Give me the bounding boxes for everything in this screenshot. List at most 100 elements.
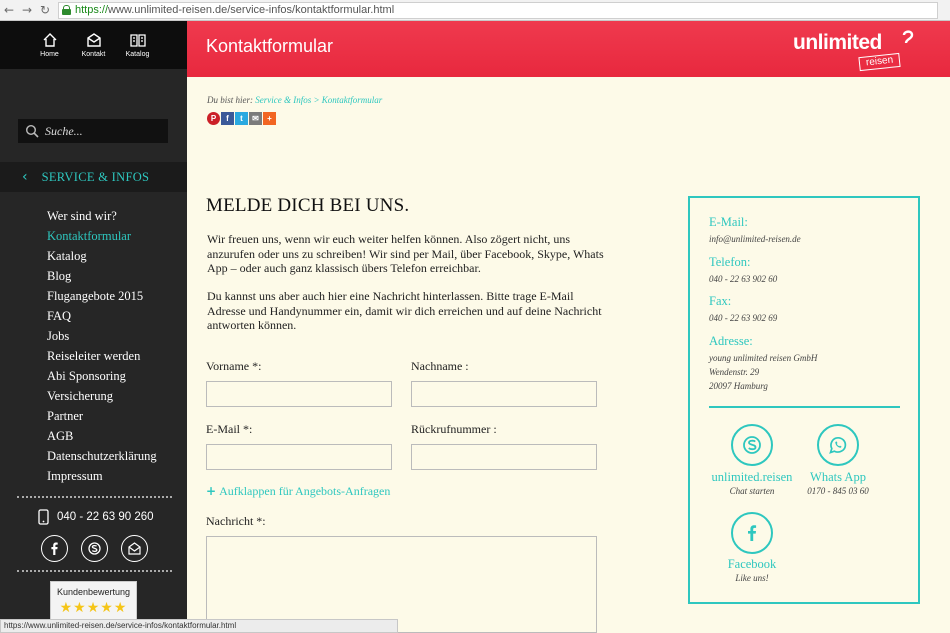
adresse-line-2: Wendenstr. 29 — [709, 367, 760, 377]
fax-info-label: Fax: — [709, 294, 732, 308]
sidebar-item-jobs[interactable]: Jobs — [47, 328, 157, 348]
whatsapp-contact-sub: 0170 - 845 03 60 — [807, 486, 869, 496]
phone-number: 040 - 22 63 90 260 — [57, 511, 154, 523]
sidebar-menu: Wer sind wir? Kontaktformular Katalog Bl… — [47, 208, 157, 488]
top-nav: Home Kontakt Katalog — [0, 21, 187, 69]
more-share-icon[interactable]: + — [263, 112, 276, 125]
book-icon — [129, 34, 146, 47]
skype-icon[interactable] — [81, 535, 108, 562]
plus-icon: + — [206, 484, 217, 498]
browser-statusbar: https://www.unlimited-reisen.de/service-… — [0, 619, 398, 633]
breadcrumb: Du bist hier: Service & Infos > Kontaktf… — [207, 95, 382, 105]
sidebar-item-datenschutz[interactable]: Datenschutzerklärung — [47, 448, 157, 468]
top-nav-katalog[interactable]: Katalog — [121, 32, 155, 69]
facebook-contact-name[interactable]: Facebook — [692, 557, 812, 572]
email-share-icon[interactable]: ✉ — [249, 112, 262, 125]
section-title: SERVICE & INFOS — [41, 169, 150, 184]
whatsapp-contact-icon[interactable] — [817, 424, 859, 466]
adresse-line-1: young unlimited reisen GmbH — [709, 353, 818, 363]
expand-label: Aufklappen für Angebots-Anfragen — [219, 484, 391, 498]
sidebar-item-katalog[interactable]: Katalog — [47, 248, 157, 268]
mail-icon — [86, 33, 101, 47]
logo-hook-icon — [902, 30, 914, 44]
sidebar-item-impressum[interactable]: Impressum — [47, 468, 157, 488]
vorname-label: Vorname *: — [206, 359, 262, 373]
logo[interactable]: unlimited reisen — [793, 30, 918, 72]
pinterest-icon[interactable]: P — [207, 112, 220, 125]
search-input[interactable] — [45, 123, 155, 139]
twitter-share-icon[interactable]: t — [235, 112, 248, 125]
home-icon — [43, 33, 56, 47]
email-info-value[interactable]: info@unlimited-reisen.de — [709, 232, 801, 246]
breadcrumb-prefix: Du bist hier: — [207, 95, 253, 105]
url-path: www.unlimited-reisen.de/service-infos/ko… — [108, 4, 395, 16]
sidebar-item-abi-sponsoring[interactable]: Abi Sponsoring — [47, 368, 157, 388]
email-field[interactable] — [206, 444, 392, 470]
email-label: E-Mail *: — [206, 422, 253, 436]
top-nav-label: Katalog — [125, 51, 150, 58]
nachricht-label: Nachricht *: — [206, 514, 266, 528]
facebook-contact-icon[interactable] — [731, 512, 773, 554]
top-nav-label: Kontakt — [81, 51, 106, 58]
reload-icon[interactable]: ↻ — [36, 1, 54, 19]
vorname-field[interactable] — [206, 381, 392, 407]
top-nav-home[interactable]: Home — [33, 32, 67, 69]
address-bar[interactable]: https://www.unlimited-reisen.de/service-… — [58, 1, 938, 19]
browser-toolbar: ← → ↻ https://www.unlimited-reisen.de/se… — [0, 0, 950, 21]
mobile-phone-icon — [38, 509, 49, 525]
contact-divider — [709, 406, 900, 408]
search-box — [18, 119, 168, 143]
sidebar-item-faq[interactable]: FAQ — [47, 308, 157, 328]
share-bar: P f t ✉ + — [207, 112, 276, 125]
adresse-line-3: 20097 Hamburg — [709, 381, 768, 391]
nachname-field[interactable] — [411, 381, 597, 407]
search-icon[interactable] — [25, 124, 39, 138]
divider — [17, 496, 172, 498]
forward-arrow-icon[interactable]: → — [18, 1, 36, 19]
logo-subtitle: reisen — [858, 52, 901, 72]
logo-wordmark: unlimited — [793, 31, 882, 54]
facebook-icon[interactable] — [41, 535, 68, 562]
email-info-label: E-Mail: — [709, 215, 748, 229]
envelope-icon[interactable] — [121, 535, 148, 562]
sidebar-item-reiseleiter[interactable]: Reiseleiter werden — [47, 348, 157, 368]
rating-label: Kundenbewertung — [56, 587, 131, 597]
content-heading: MELDE DICH BEI UNS. — [206, 195, 410, 216]
whatsapp-contact-name[interactable]: Whats App — [778, 470, 898, 485]
contact-info-box: E-Mail: info@unlimited-reisen.de Telefon… — [688, 196, 920, 604]
sidebar-item-blog[interactable]: Blog — [47, 268, 157, 288]
facebook-contact-sub: Like uns! — [735, 573, 769, 583]
chevron-left-icon: ‹ — [22, 169, 28, 185]
fax-info-value: 040 - 22 63 902 69 — [709, 313, 778, 323]
intro-paragraph: Wir freuen uns, wenn wir euch weiter hel… — [207, 232, 604, 275]
sidebar-item-flugangebote[interactable]: Flugangebote 2015 — [47, 288, 157, 308]
sidebar: Home Kontakt Katalog ‹ SERVICE & INFOS W… — [0, 21, 187, 633]
star-rating-icon: ★★★★★ — [59, 601, 128, 616]
sidebar-item-agb[interactable]: AGB — [47, 428, 157, 448]
sidebar-item-partner[interactable]: Partner — [47, 408, 157, 428]
sidebar-social — [41, 535, 148, 562]
facebook-share-icon[interactable]: f — [221, 112, 234, 125]
url-scheme: https:// — [75, 4, 109, 16]
telefon-info-label: Telefon: — [709, 255, 751, 269]
skype-contact-icon[interactable] — [731, 424, 773, 466]
adresse-info-label: Adresse: — [709, 334, 753, 348]
rueckruf-label: Rückrufnummer : — [411, 422, 497, 436]
sidebar-item-versicherung[interactable]: Versicherung — [47, 388, 157, 408]
top-nav-label: Home — [40, 51, 59, 58]
back-arrow-icon[interactable]: ← — [0, 1, 18, 19]
divider — [17, 570, 172, 572]
expand-offer-request-link[interactable]: + Aufklappen für Angebots-Anfragen — [206, 484, 390, 499]
nachname-label: Nachname : — [411, 359, 469, 373]
rueckruf-field[interactable] — [411, 444, 597, 470]
sidebar-item-kontaktformular[interactable]: Kontaktformular — [47, 228, 157, 248]
telefon-info-value: 040 - 22 63 902 60 — [709, 274, 778, 284]
breadcrumb-links[interactable]: Service & Infos > Kontaktformular — [255, 95, 382, 105]
form-instructions: Du kannst uns aber auch hier eine Nachri… — [207, 289, 602, 332]
sidebar-phone[interactable]: 040 - 22 63 90 260 — [38, 509, 154, 525]
lock-icon — [62, 5, 71, 15]
sidebar-item-wer-sind-wir[interactable]: Wer sind wir? — [47, 208, 157, 228]
section-header[interactable]: ‹ SERVICE & INFOS — [0, 162, 187, 192]
top-nav-kontakt[interactable]: Kontakt — [77, 32, 111, 69]
page-header: Kontaktformular unlimited reisen — [187, 21, 950, 77]
